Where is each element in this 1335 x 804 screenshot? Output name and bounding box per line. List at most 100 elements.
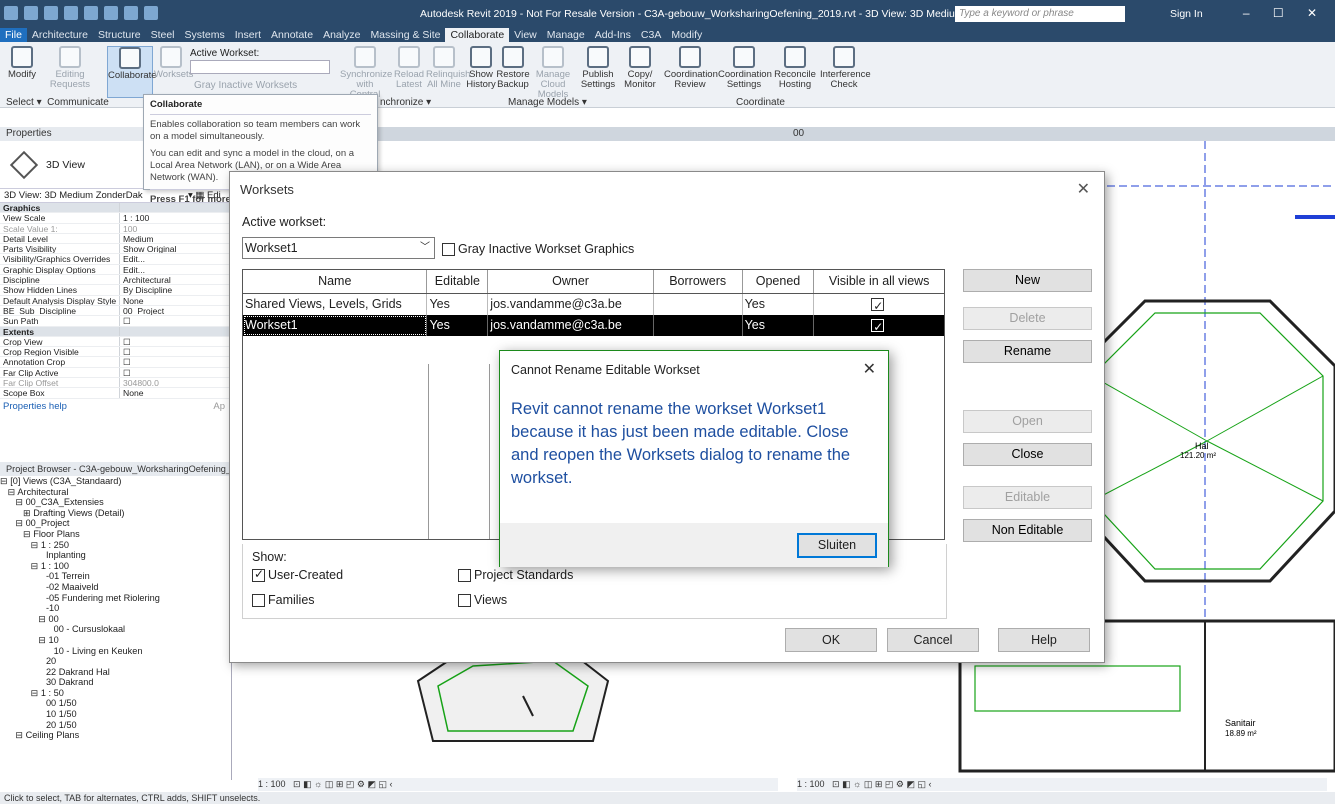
- checkbox-icon[interactable]: [871, 317, 885, 337]
- tree-item[interactable]: 00 - Cursuslokaal: [0, 624, 231, 635]
- property-row[interactable]: View Scale 1 : 100: [0, 213, 231, 224]
- property-row[interactable]: Far Clip Active ☐: [0, 367, 231, 379]
- close-icon[interactable]: ✕: [1077, 179, 1090, 199]
- property-row[interactable]: Graphic Display Options Edit...: [0, 264, 231, 276]
- property-row[interactable]: Default Analysis Display Style None: [0, 295, 231, 306]
- property-value[interactable]: ☐: [120, 357, 231, 366]
- project-standards-checkbox[interactable]: Project Standards: [458, 568, 573, 583]
- col-name[interactable]: Name: [243, 270, 428, 293]
- tree-item[interactable]: ⊟ [0] Views (C3A_Standaard): [0, 476, 231, 487]
- property-value[interactable]: None: [120, 388, 231, 397]
- cell-visible[interactable]: [814, 294, 944, 316]
- checkbox-icon[interactable]: [871, 296, 885, 316]
- property-row[interactable]: Parts Visibility Show Original: [0, 244, 231, 255]
- close-icon[interactable]: ✕: [863, 359, 876, 379]
- editable-button[interactable]: Editable: [963, 486, 1092, 509]
- property-grid[interactable]: Graphics View Scale 1 : 100 Scale Value 1: 1…: [0, 203, 231, 399]
- cell-name[interactable]: Workset1: [243, 315, 428, 336]
- copy-monitor-button[interactable]: Copy/ Monitor: [620, 46, 660, 90]
- tree-item[interactable]: ⊟ 1 : 100: [0, 561, 231, 572]
- tree-item[interactable]: ⊟ 1 : 50: [0, 688, 231, 699]
- redo-icon[interactable]: [84, 6, 98, 20]
- property-row[interactable]: Scale Value 1: 100: [0, 223, 231, 234]
- cell-editable[interactable]: Yes: [427, 315, 489, 336]
- property-value[interactable]: ☐: [120, 347, 231, 356]
- tab-modify[interactable]: Modify: [666, 28, 707, 42]
- tree-item[interactable]: -10: [0, 603, 231, 614]
- property-value[interactable]: Show Original: [120, 244, 231, 253]
- families-checkbox[interactable]: Families: [252, 593, 315, 608]
- tree-item[interactable]: ⊟ 1 : 250: [0, 540, 231, 551]
- tab-systems[interactable]: Systems: [180, 28, 230, 42]
- property-row[interactable]: Discipline Architectural: [0, 275, 231, 286]
- tree-item[interactable]: -01 Terrein: [0, 571, 231, 582]
- view-control-bar-right[interactable]: 1 : 100 ⊡ ◧ ☼ ◫ ⊞ ◰ ⚙ ◩ ◱ ‹: [797, 778, 1327, 791]
- worksets-button[interactable]: Worksets: [154, 46, 193, 80]
- undo-icon[interactable]: [64, 6, 78, 20]
- tree-item[interactable]: 10 - Living en Keuken: [0, 646, 231, 657]
- show-history-button[interactable]: Show History: [466, 46, 496, 90]
- cell-visible[interactable]: [814, 315, 944, 337]
- rename-button[interactable]: Rename: [963, 340, 1092, 363]
- sign-in-link[interactable]: Sign In: [1170, 8, 1203, 20]
- measure-icon[interactable]: [104, 6, 118, 20]
- property-value[interactable]: ☐: [120, 337, 231, 346]
- tree-item[interactable]: ⊟ Architectural: [0, 487, 231, 498]
- open-icon[interactable]: [24, 6, 38, 20]
- property-value[interactable]: 304800.0: [120, 378, 231, 387]
- non-editable-button[interactable]: Non Editable: [963, 519, 1092, 542]
- property-row[interactable]: Visibility/Graphics Overrides Edit...: [0, 254, 231, 265]
- restore-backup-button[interactable]: Restore Backup: [496, 46, 530, 90]
- open-button[interactable]: Open: [963, 410, 1092, 433]
- tree-item[interactable]: 10 1/50: [0, 709, 231, 720]
- user-created-checkbox[interactable]: User-Created: [252, 567, 343, 583]
- synchronize-button[interactable]: Synchronize with Central: [340, 46, 392, 100]
- editing-requests-button[interactable]: Editing Requests: [46, 46, 94, 90]
- property-row[interactable]: Far Clip Offset 304800.0: [0, 378, 231, 389]
- property-value[interactable]: 1 : 100: [120, 213, 231, 222]
- project-tree[interactable]: ⊟ [0] Views (C3A_Standaard) ⊟ Architectu…: [0, 476, 231, 741]
- cell-opened[interactable]: Yes: [743, 315, 815, 336]
- properties-help-link[interactable]: Properties help: [0, 401, 67, 412]
- 3d-view-icon[interactable]: [144, 6, 158, 20]
- window-controls[interactable]: – ☐ ✕: [1243, 6, 1327, 20]
- reconcile-hosting-button[interactable]: Reconcile Hosting: [772, 46, 818, 90]
- tab-massing-site[interactable]: Massing & Site: [365, 28, 445, 42]
- tree-item[interactable]: ⊟ Floor Plans: [0, 529, 231, 540]
- active-workset-select[interactable]: Workset1 ﹀: [242, 237, 435, 259]
- col-borrowers[interactable]: Borrowers: [654, 270, 743, 293]
- panel-manage-models[interactable]: Manage Models ▾: [508, 97, 587, 108]
- property-value[interactable]: Edit...: [120, 254, 231, 263]
- tab-file[interactable]: File: [0, 28, 27, 42]
- tab-manage[interactable]: Manage: [542, 28, 590, 42]
- relinquish-button[interactable]: Relinquish All Mine: [426, 46, 470, 90]
- new-button[interactable]: New: [963, 269, 1092, 292]
- property-value[interactable]: 00_Project: [120, 306, 231, 315]
- sluiten-button[interactable]: Sluiten: [797, 533, 877, 558]
- apply-button[interactable]: Ap: [213, 401, 225, 412]
- tab-steel[interactable]: Steel: [146, 28, 180, 42]
- property-row[interactable]: Detail Level Medium: [0, 233, 231, 245]
- property-row[interactable]: Scope Box None: [0, 388, 231, 399]
- tree-item[interactable]: ⊞ Drafting Views (Detail): [0, 508, 231, 519]
- tab-insert[interactable]: Insert: [230, 28, 266, 42]
- tree-item[interactable]: -02 Maaiveld: [0, 582, 231, 593]
- tree-item[interactable]: 00 1/50: [0, 698, 231, 709]
- manage-cloud-models-button[interactable]: Manage Cloud Models: [530, 46, 576, 100]
- tree-item[interactable]: Inplanting: [0, 550, 231, 561]
- property-row[interactable]: Show Hidden Lines By Discipline: [0, 285, 231, 296]
- quick-access-toolbar[interactable]: [4, 6, 158, 20]
- property-row[interactable]: BE_Sub_Discipline 00_Project: [0, 305, 231, 317]
- property-value[interactable]: 100: [120, 224, 231, 233]
- property-value[interactable]: ☐: [120, 368, 231, 377]
- tab-analyze[interactable]: Analyze: [318, 28, 365, 42]
- revit-logo-icon[interactable]: [4, 6, 18, 20]
- tab-c3a[interactable]: C3A: [636, 28, 666, 42]
- tree-item[interactable]: 20 1/50: [0, 720, 231, 731]
- property-row[interactable]: Sun Path ☐: [0, 316, 231, 327]
- col-owner[interactable]: Owner: [488, 270, 654, 293]
- tree-item[interactable]: ⊟ 00_C3A_Extensies: [0, 497, 231, 508]
- tab-add-ins[interactable]: Add-Ins: [590, 28, 636, 42]
- tab-architecture[interactable]: Architecture: [27, 28, 93, 42]
- property-row[interactable]: Crop Region Visible ☐: [0, 347, 231, 358]
